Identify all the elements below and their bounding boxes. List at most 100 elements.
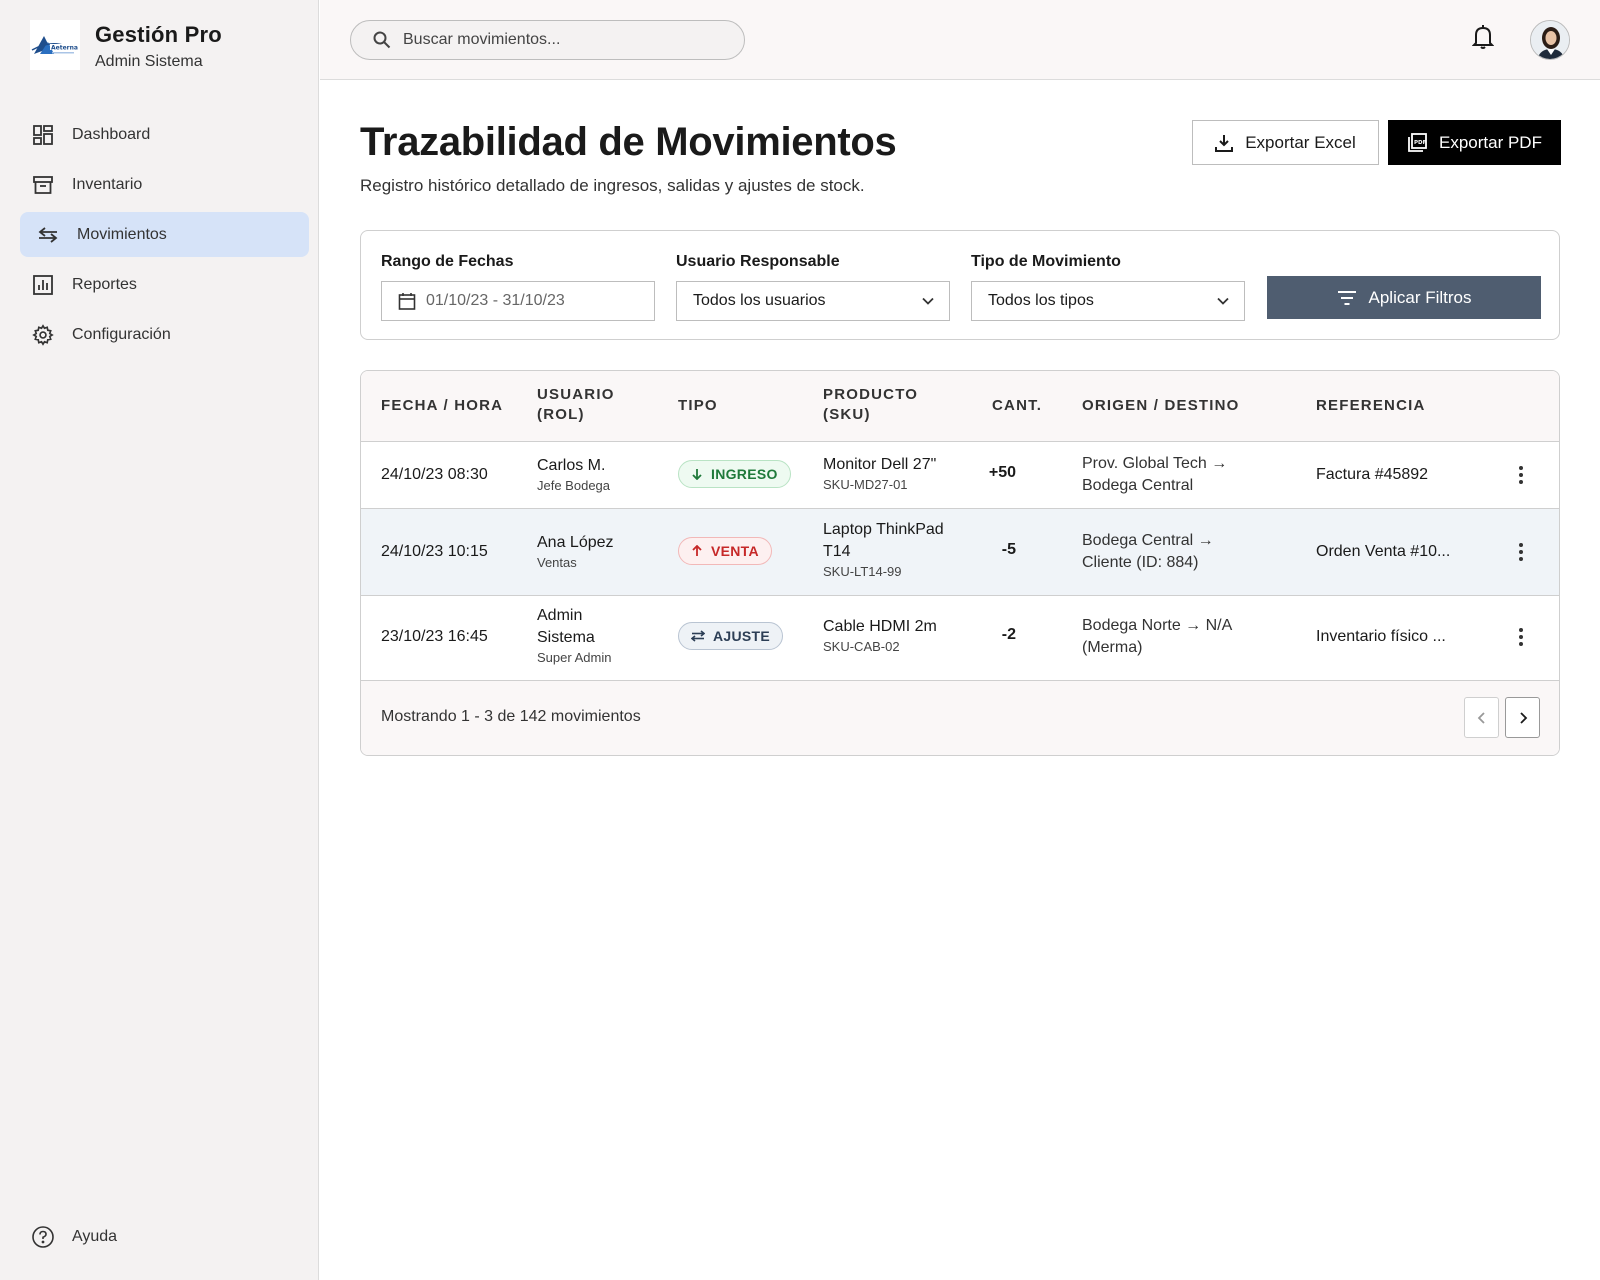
- topbar: [320, 0, 1600, 80]
- type-filter-label: Tipo de Movimiento: [971, 253, 1121, 270]
- badge-label: INGRESO: [711, 466, 778, 482]
- table-row[interactable]: 24/10/23 08:30 Carlos M. Jefe Bodega ING…: [361, 442, 1559, 509]
- product-name: Cable HDMI 2m: [823, 618, 937, 635]
- date-range-filter: Rango de Fechas 01/10/23 - 31/10/23: [381, 253, 655, 321]
- user-select-value: Todos los usuarios: [693, 292, 826, 309]
- calendar-icon: [398, 292, 416, 310]
- search-bar[interactable]: [350, 20, 745, 60]
- user-name: Carlos M.: [537, 457, 606, 474]
- user-role: Ventas: [537, 555, 577, 570]
- col-producto-line2: (SKU): [823, 406, 871, 423]
- chevron-left-icon: [1477, 711, 1487, 725]
- chevron-right-icon: [1518, 711, 1528, 725]
- avatar[interactable]: [1530, 20, 1570, 60]
- date-range-label: Rango de Fechas: [381, 253, 514, 270]
- type-select[interactable]: Todos los tipos: [971, 281, 1245, 321]
- cell-referencia: Orden Venta #10...: [1316, 543, 1451, 560]
- archive-icon: [32, 174, 54, 196]
- cell-cantidad: -2: [1001, 626, 1016, 643]
- date-range-input[interactable]: 01/10/23 - 31/10/23: [381, 281, 655, 321]
- dashboard-icon: [32, 124, 54, 146]
- badge-label: AJUSTE: [713, 628, 771, 644]
- user-role: Jefe Bodega: [537, 478, 611, 493]
- cell-producto: Monitor Dell 27" SKU-MD27-01: [823, 454, 936, 494]
- user-name-line2: Sistema: [537, 629, 595, 646]
- gear-icon: [32, 323, 54, 346]
- cell-fecha: 24/10/23 08:30: [381, 466, 488, 483]
- cell-cantidad: +50: [988, 464, 1016, 481]
- company-logo: Aeterna: [30, 20, 80, 70]
- svg-text:PDF: PDF: [1414, 140, 1427, 146]
- cell-cantidad: -5: [1001, 541, 1016, 558]
- sidebar-item-label: Configuración: [72, 325, 171, 343]
- date-range-value: 01/10/23 - 31/10/23: [426, 292, 565, 309]
- col-origen-destino: ORIGEN / DESTINO: [1082, 397, 1240, 414]
- table-row[interactable]: 24/10/23 10:15 Ana López Ventas VENTA La…: [361, 509, 1559, 596]
- page-title: Trazabilidad de Movimientos: [360, 120, 897, 164]
- col-producto-line1: PRODUCTO: [823, 386, 919, 403]
- prev-page-button[interactable]: [1464, 697, 1499, 738]
- sidebar-item-configuracion[interactable]: Configuración: [20, 312, 309, 357]
- export-excel-label: Exportar Excel: [1245, 132, 1356, 152]
- table-row[interactable]: 23/10/23 16:45 Admin Sistema Super Admin…: [361, 596, 1559, 681]
- sidebar-item-label: Reportes: [72, 275, 137, 293]
- help-circle-icon: [32, 1226, 54, 1248]
- filter-icon: [1337, 290, 1357, 306]
- next-page-button[interactable]: [1505, 697, 1540, 738]
- product-name-line1: Laptop ThinkPad: [823, 521, 944, 538]
- col-cant: CANT.: [992, 397, 1043, 414]
- col-usuario-line2: (ROL): [537, 406, 585, 423]
- bell-icon[interactable]: [1472, 24, 1494, 50]
- type-filter: Tipo de Movimiento Todos los tipos: [971, 253, 1245, 321]
- more-options-icon[interactable]: [1511, 626, 1531, 647]
- status-badge: VENTA: [678, 537, 772, 565]
- search-icon: [373, 31, 391, 49]
- user-name-line1: Admin: [537, 607, 583, 624]
- svg-text:Aeterna: Aeterna: [51, 45, 78, 52]
- origen-line2: Bodega Central: [1082, 477, 1194, 494]
- sidebar-item-reportes[interactable]: Reportes: [20, 262, 309, 307]
- user-select[interactable]: Todos los usuarios: [676, 281, 950, 321]
- page-subtitle: Registro histórico detallado de ingresos…: [360, 176, 865, 195]
- origen-line1: Bodega Central →: [1082, 532, 1214, 549]
- sidebar: Aeterna Gestión Pro Admin Sistema Dashbo…: [0, 0, 319, 1280]
- col-tipo: TIPO: [678, 397, 718, 414]
- origen-line1: Prov. Global Tech →: [1082, 455, 1228, 472]
- swap-arrows-icon: [37, 224, 59, 246]
- more-options-icon[interactable]: [1511, 541, 1531, 562]
- sidebar-item-inventario[interactable]: Inventario: [20, 162, 309, 207]
- sidebar-item-movimientos[interactable]: Movimientos: [20, 212, 309, 257]
- apply-filters-label: Aplicar Filtros: [1368, 287, 1472, 307]
- chevron-down-icon: [921, 294, 935, 308]
- download-icon: [1215, 134, 1234, 152]
- swap-arrows-icon: [691, 630, 705, 642]
- table-header: FECHA / HORA USUARIO (ROL) TIPO PRODUCTO…: [361, 371, 1559, 442]
- pdf-icon: PDF: [1407, 132, 1427, 153]
- search-input[interactable]: [403, 31, 703, 49]
- col-usuario: USUARIO (ROL): [537, 385, 615, 425]
- product-name: Monitor Dell 27": [823, 456, 937, 473]
- status-badge: AJUSTE: [678, 622, 784, 650]
- user-filter: Usuario Responsable Todos los usuarios: [676, 253, 950, 321]
- user-role: Super Admin: [537, 650, 612, 665]
- help-link[interactable]: Ayuda: [32, 1226, 117, 1248]
- cell-referencia: Inventario físico ...: [1316, 628, 1446, 645]
- origen-line2: Cliente (ID: 884): [1082, 554, 1199, 571]
- sidebar-item-dashboard[interactable]: Dashboard: [20, 112, 309, 157]
- export-pdf-button[interactable]: PDF Exportar PDF: [1388, 120, 1561, 165]
- col-referencia: REFERENCIA: [1316, 397, 1426, 414]
- cell-fecha: 24/10/23 10:15: [381, 543, 488, 560]
- brand: Aeterna Gestión Pro Admin Sistema: [30, 20, 222, 71]
- cell-usuario: Ana López Ventas: [537, 532, 614, 572]
- product-name-line2: T14: [823, 543, 851, 560]
- more-options-icon[interactable]: [1511, 464, 1531, 485]
- export-excel-button[interactable]: Exportar Excel: [1192, 120, 1379, 165]
- sidebar-item-label: Movimientos: [77, 225, 167, 243]
- badge-label: VENTA: [711, 543, 759, 559]
- col-fecha-hora: FECHA / HORA: [381, 397, 504, 414]
- user-filter-label: Usuario Responsable: [676, 253, 840, 270]
- type-select-value: Todos los tipos: [988, 292, 1094, 309]
- brand-title: Gestión Pro: [95, 22, 222, 47]
- apply-filters-button[interactable]: Aplicar Filtros: [1267, 276, 1541, 319]
- arrow-up-icon: [691, 545, 703, 557]
